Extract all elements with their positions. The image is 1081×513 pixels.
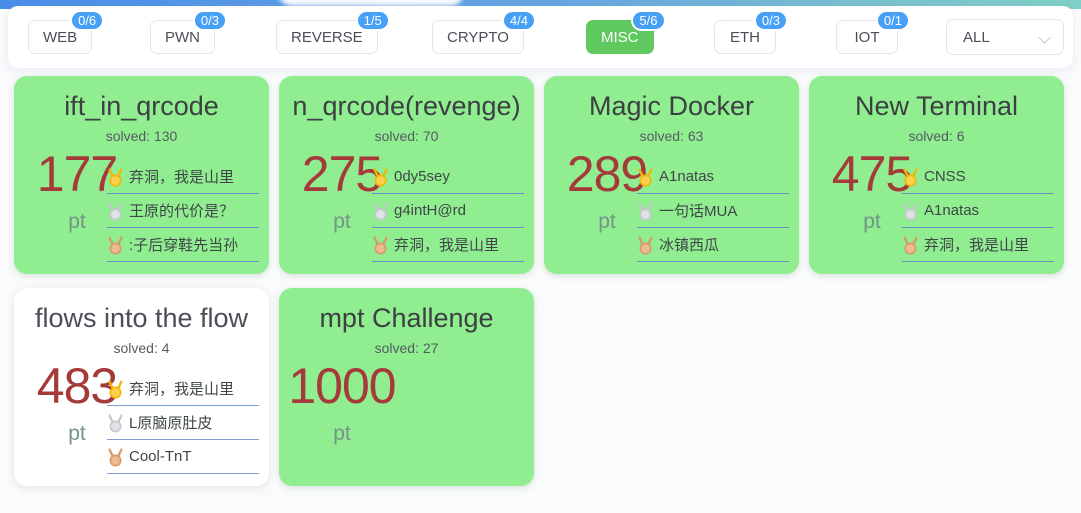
solver-name: 弃洞，我是山里 <box>129 169 235 186</box>
category-button-web[interactable]: WEB 0/6 <box>28 10 105 54</box>
solver-name: 弃洞，我是山里 <box>924 237 1030 254</box>
medal-gold-icon <box>372 167 389 187</box>
medal-silver-icon <box>637 201 654 221</box>
chevron-down-icon <box>1040 32 1051 43</box>
medal-gold-icon <box>902 167 919 187</box>
filter-dropdown-value: ALL <box>963 28 990 46</box>
solver-row[interactable]: g4intH@rd <box>372 194 524 228</box>
category-button-eth[interactable]: ETH 0/3 <box>714 10 788 54</box>
medal-silver-icon <box>107 201 124 221</box>
category-solve-count-badge: 0/3 <box>192 10 227 31</box>
solver-name: g4intH@rd <box>394 202 466 219</box>
challenge-title: ift_in_qrcode <box>64 91 219 121</box>
medal-gold-icon <box>107 379 124 399</box>
category-solve-count-badge: 5/6 <box>631 10 666 31</box>
top-solvers-list: CNSS A1natas 弃洞，我是山里 <box>902 160 1054 262</box>
category-label: ETH <box>730 28 760 46</box>
solver-row[interactable]: CNSS <box>902 160 1054 194</box>
medal-bronze-icon <box>902 235 919 255</box>
category-label: IOT <box>854 28 880 46</box>
category-solve-count-badge: 0/1 <box>875 10 910 31</box>
solver-name: CNSS <box>924 168 966 185</box>
category-button-pwn[interactable]: PWN 0/3 <box>150 10 227 54</box>
challenge-card[interactable]: n_qrcode(revenge) solved: 70 275 pt 0dy5sey g… <box>279 76 534 274</box>
medal-bronze-icon <box>637 235 654 255</box>
medal-bronze-icon <box>107 235 124 255</box>
solver-row[interactable]: 弃洞，我是山里 <box>372 228 524 262</box>
solver-name: Cool-TnT <box>129 448 192 465</box>
solver-name: 弃洞，我是山里 <box>129 381 235 398</box>
solver-row[interactable]: 弃洞，我是山里 <box>902 228 1054 262</box>
top-solvers-list: 弃洞，我是山里 L原脑原肚皮 Cool-TnT <box>107 372 259 474</box>
category-button-reverse[interactable]: REVERSE 1/5 <box>276 10 390 54</box>
challenge-title: flows into the flow <box>34 303 249 333</box>
category-label: MISC <box>601 28 639 46</box>
solver-row[interactable]: A1natas <box>637 160 789 194</box>
category-solve-count-badge: 0/3 <box>753 10 788 31</box>
solver-name: A1natas <box>659 168 715 185</box>
solver-row[interactable]: A1natas <box>902 194 1054 228</box>
challenge-card[interactable]: mpt Challenge solved: 27 1000 pt <box>279 288 534 486</box>
challenge-title: Magic Docker <box>588 91 755 121</box>
challenge-title: n_qrcode(revenge) <box>292 91 521 121</box>
challenge-solved-count: solved: 130 <box>105 128 178 144</box>
category-label: WEB <box>43 28 78 46</box>
challenge-card[interactable]: Magic Docker solved: 63 289 pt A1natas 一句话MUA… <box>544 76 799 274</box>
challenge-solved-count: solved: 4 <box>113 340 170 356</box>
solver-row[interactable]: 一句话MUA <box>637 194 789 228</box>
solver-row[interactable]: :子后穿鞋先当孙 <box>107 228 259 262</box>
category-label: CRYPTO <box>447 28 509 46</box>
challenge-card[interactable]: New Terminal solved: 6 475 pt CNSS A1natas 弃洞，… <box>809 76 1064 274</box>
top-solvers-list: A1natas 一句话MUA 冰镇西瓜 <box>637 160 789 262</box>
category-button-iot[interactable]: IOT 0/1 <box>836 10 910 54</box>
solver-row[interactable]: 0dy5sey <box>372 160 524 194</box>
category-button-misc[interactable]: MISC 5/6 <box>586 10 666 54</box>
solver-name: A1natas <box>924 202 980 219</box>
challenge-grid: ift_in_qrcode solved: 130 177 pt 弃洞，我是山里 王原的代… <box>14 76 1067 486</box>
challenge-solved-count: solved: 27 <box>374 340 439 356</box>
solver-name: 一句话MUA <box>659 203 738 220</box>
category-label: PWN <box>165 28 200 46</box>
solver-row[interactable]: 王原的代价是？ <box>107 194 259 228</box>
challenge-score: 1000 <box>288 358 396 414</box>
challenge-score-box: 1000 pt <box>287 360 397 456</box>
category-toolbar: WEB 0/6 PWN 0/3 REVERSE 1/5 CRYPTO 4/4 MISC 5/6 ET… <box>8 6 1073 68</box>
solver-name: 弃洞，我是山里 <box>394 237 500 254</box>
solver-name: 王原的代价是？ <box>129 203 235 220</box>
category-solve-count-badge: 1/5 <box>355 10 390 31</box>
solver-name: 冰镇西瓜 <box>659 237 720 254</box>
solver-name: :子后穿鞋先当孙 <box>129 237 239 254</box>
medal-bronze-icon <box>372 235 389 255</box>
medal-gold-icon <box>637 167 654 187</box>
challenge-solved-count: solved: 70 <box>374 128 439 144</box>
solver-row[interactable]: Cool-TnT <box>107 440 259 474</box>
medal-silver-icon <box>902 201 919 221</box>
solver-row[interactable]: 弃洞，我是山里 <box>107 160 259 194</box>
solver-row[interactable]: 弃洞，我是山里 <box>107 372 259 406</box>
solver-row[interactable]: L原脑原肚皮 <box>107 406 259 440</box>
solver-row[interactable]: 冰镇西瓜 <box>637 228 789 262</box>
challenge-title: mpt Challenge <box>319 303 494 333</box>
category-solve-count-badge: 4/4 <box>501 10 536 31</box>
category-button-crypto[interactable]: CRYPTO 4/4 <box>432 10 536 54</box>
medal-silver-icon <box>107 413 124 433</box>
solver-name: L原脑原肚皮 <box>129 415 213 432</box>
challenge-score-unit: pt <box>333 422 351 445</box>
category-solve-count-badge: 0/6 <box>70 10 105 31</box>
top-solvers-list: 0dy5sey g4intH@rd 弃洞，我是山里 <box>372 160 524 262</box>
top-solvers-list: 弃洞，我是山里 王原的代价是？ :子后穿鞋先当孙 <box>107 160 259 262</box>
challenge-solved-count: solved: 63 <box>639 128 704 144</box>
category-toolbar-inner: WEB 0/6 PWN 0/3 REVERSE 1/5 CRYPTO 4/4 MISC 5/6 ET… <box>8 6 1073 68</box>
challenge-title: New Terminal <box>854 91 1019 121</box>
challenge-solved-count: solved: 6 <box>908 128 965 144</box>
medal-silver-icon <box>372 201 389 221</box>
challenge-card[interactable]: ift_in_qrcode solved: 130 177 pt 弃洞，我是山里 王原的代… <box>14 76 269 274</box>
filter-dropdown[interactable]: ALL <box>946 19 1064 55</box>
solver-name: 0dy5sey <box>394 168 450 185</box>
challenge-card[interactable]: flows into the flow solved: 4 483 pt 弃洞，我是山里… <box>14 288 269 486</box>
medal-bronze-icon <box>107 447 124 467</box>
category-label: REVERSE <box>291 28 363 46</box>
medal-gold-icon <box>107 167 124 187</box>
